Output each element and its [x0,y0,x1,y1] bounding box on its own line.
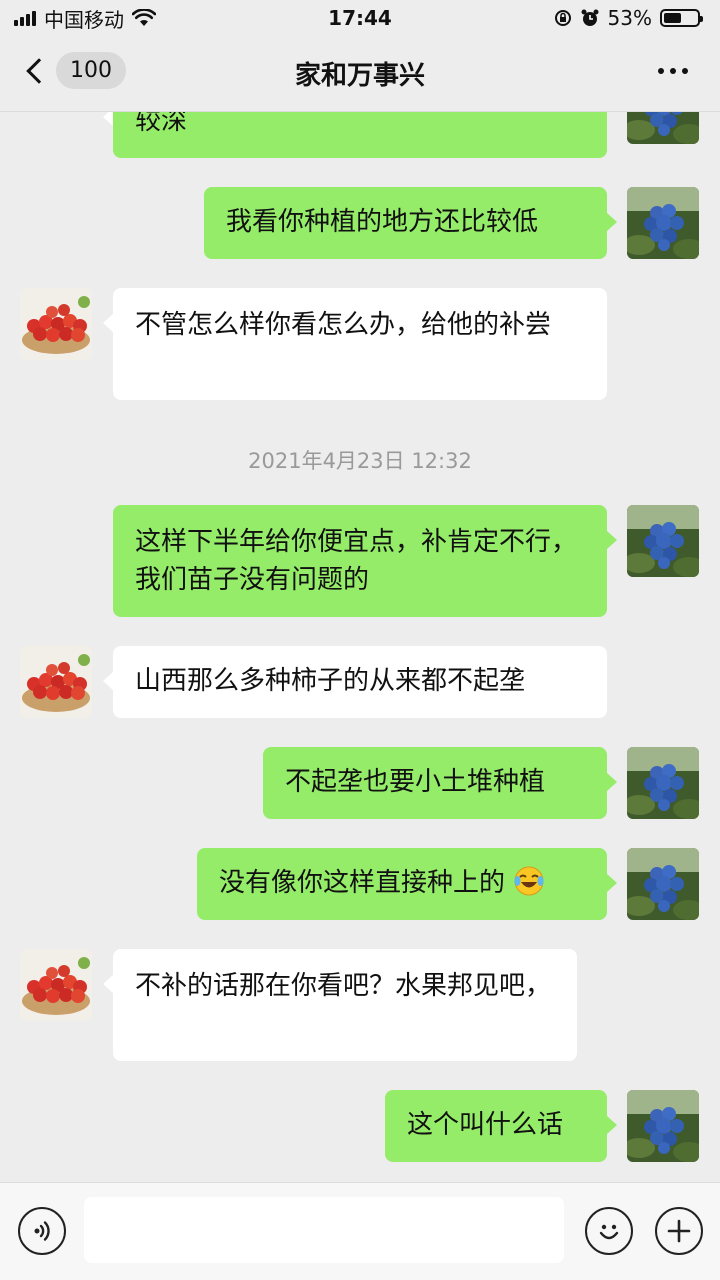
message-text: 没有像你这样直接种上的 [219,868,506,898]
unread-badge: 100 [56,52,126,89]
avatar-blueberry-icon[interactable] [627,505,699,577]
message-bubble-incoming[interactable]: 山西那么多种柿子的从来都不起垄 [103,646,607,718]
status-bar: 中国移动 17:44 53% [0,0,720,36]
message-bubble-outgoing[interactable]: 我看你种植的地方还比较低 [204,187,617,259]
voice-icon [34,1221,50,1241]
voice-button[interactable] [18,1207,66,1255]
message-text: 不补的话那在你看吧？水果邦见吧， [135,971,552,1001]
status-right: 53% [554,6,703,30]
avatar-blueberry-icon[interactable] [627,747,699,819]
message-text: 山西那么多种柿子的从来都不起垄 [135,666,526,696]
nav-bar: 100 家和万事兴 [0,36,720,112]
chevron-left-icon [26,57,52,84]
emoji-icon [599,1224,619,1240]
chat-title: 家和万事兴 [294,61,425,91]
message-text: 我看你种植的地方还比较低 [226,207,539,237]
more-icon[interactable] [658,68,688,74]
chat-area[interactable]: 较深 我看你种植的地方还比较低 不管怎么样你看怎么办，给他的补尝 2021年4月… [0,112,720,1182]
battery-percent: 53% [607,6,652,30]
battery-fill [664,13,681,23]
battery-icon [660,9,703,27]
avatar-cherry-icon[interactable] [20,646,92,718]
laughing-crying-emoji-icon [514,866,544,896]
message-text: 不管怎么样你看怎么办，给他的补尝 [135,310,552,340]
plus-button[interactable] [655,1207,703,1255]
rotation-lock-icon [554,10,571,26]
message-text: 这个叫什么话 [407,1110,564,1140]
signal-icon [14,10,36,26]
message-text: 这样下半年给你便宜点，补肯定不行，我们苗子没有问题的 [135,527,578,595]
message-bubble-outgoing[interactable]: 不起垄也要小土堆种植 [263,747,617,819]
input-bar [0,1182,720,1280]
avatar-blueberry-icon[interactable] [627,187,699,259]
wifi-icon [132,9,156,26]
alarm-icon [581,9,599,26]
message-bubble-incoming[interactable]: 不管怎么样你看怎么办，给他的补尝 [103,288,607,400]
avatar-cherry-icon[interactable] [20,288,92,360]
back-button[interactable]: 100 [24,52,126,89]
message-bubble-incoming[interactable]: 较深 [103,112,607,158]
message-input[interactable] [84,1197,564,1263]
status-left: 中国移动 [14,4,156,33]
emoji-button[interactable] [585,1207,633,1255]
avatar-blueberry-icon[interactable] [627,848,699,920]
plus-icon [667,1219,691,1243]
message-bubble-incoming[interactable]: 不补的话那在你看吧？水果邦见吧， [103,949,577,1061]
avatar-blueberry-icon[interactable] [627,1090,699,1162]
timestamp: 2021年4月23日 12:32 [248,449,472,473]
message-bubble-outgoing[interactable]: 没有像你这样直接种上的 [197,848,617,920]
avatar-blueberry-icon[interactable] [627,112,699,144]
carrier-label: 中国移动 [44,7,124,32]
message-text: 较深 [135,112,188,136]
message-bubble-outgoing[interactable]: 这个叫什么话 [385,1090,617,1162]
message-text: 不起垄也要小土堆种植 [285,767,546,797]
avatar-cherry-icon[interactable] [20,949,92,1021]
message-bubble-outgoing[interactable]: 这样下半年给你便宜点，补肯定不行，我们苗子没有问题的 [113,505,617,617]
